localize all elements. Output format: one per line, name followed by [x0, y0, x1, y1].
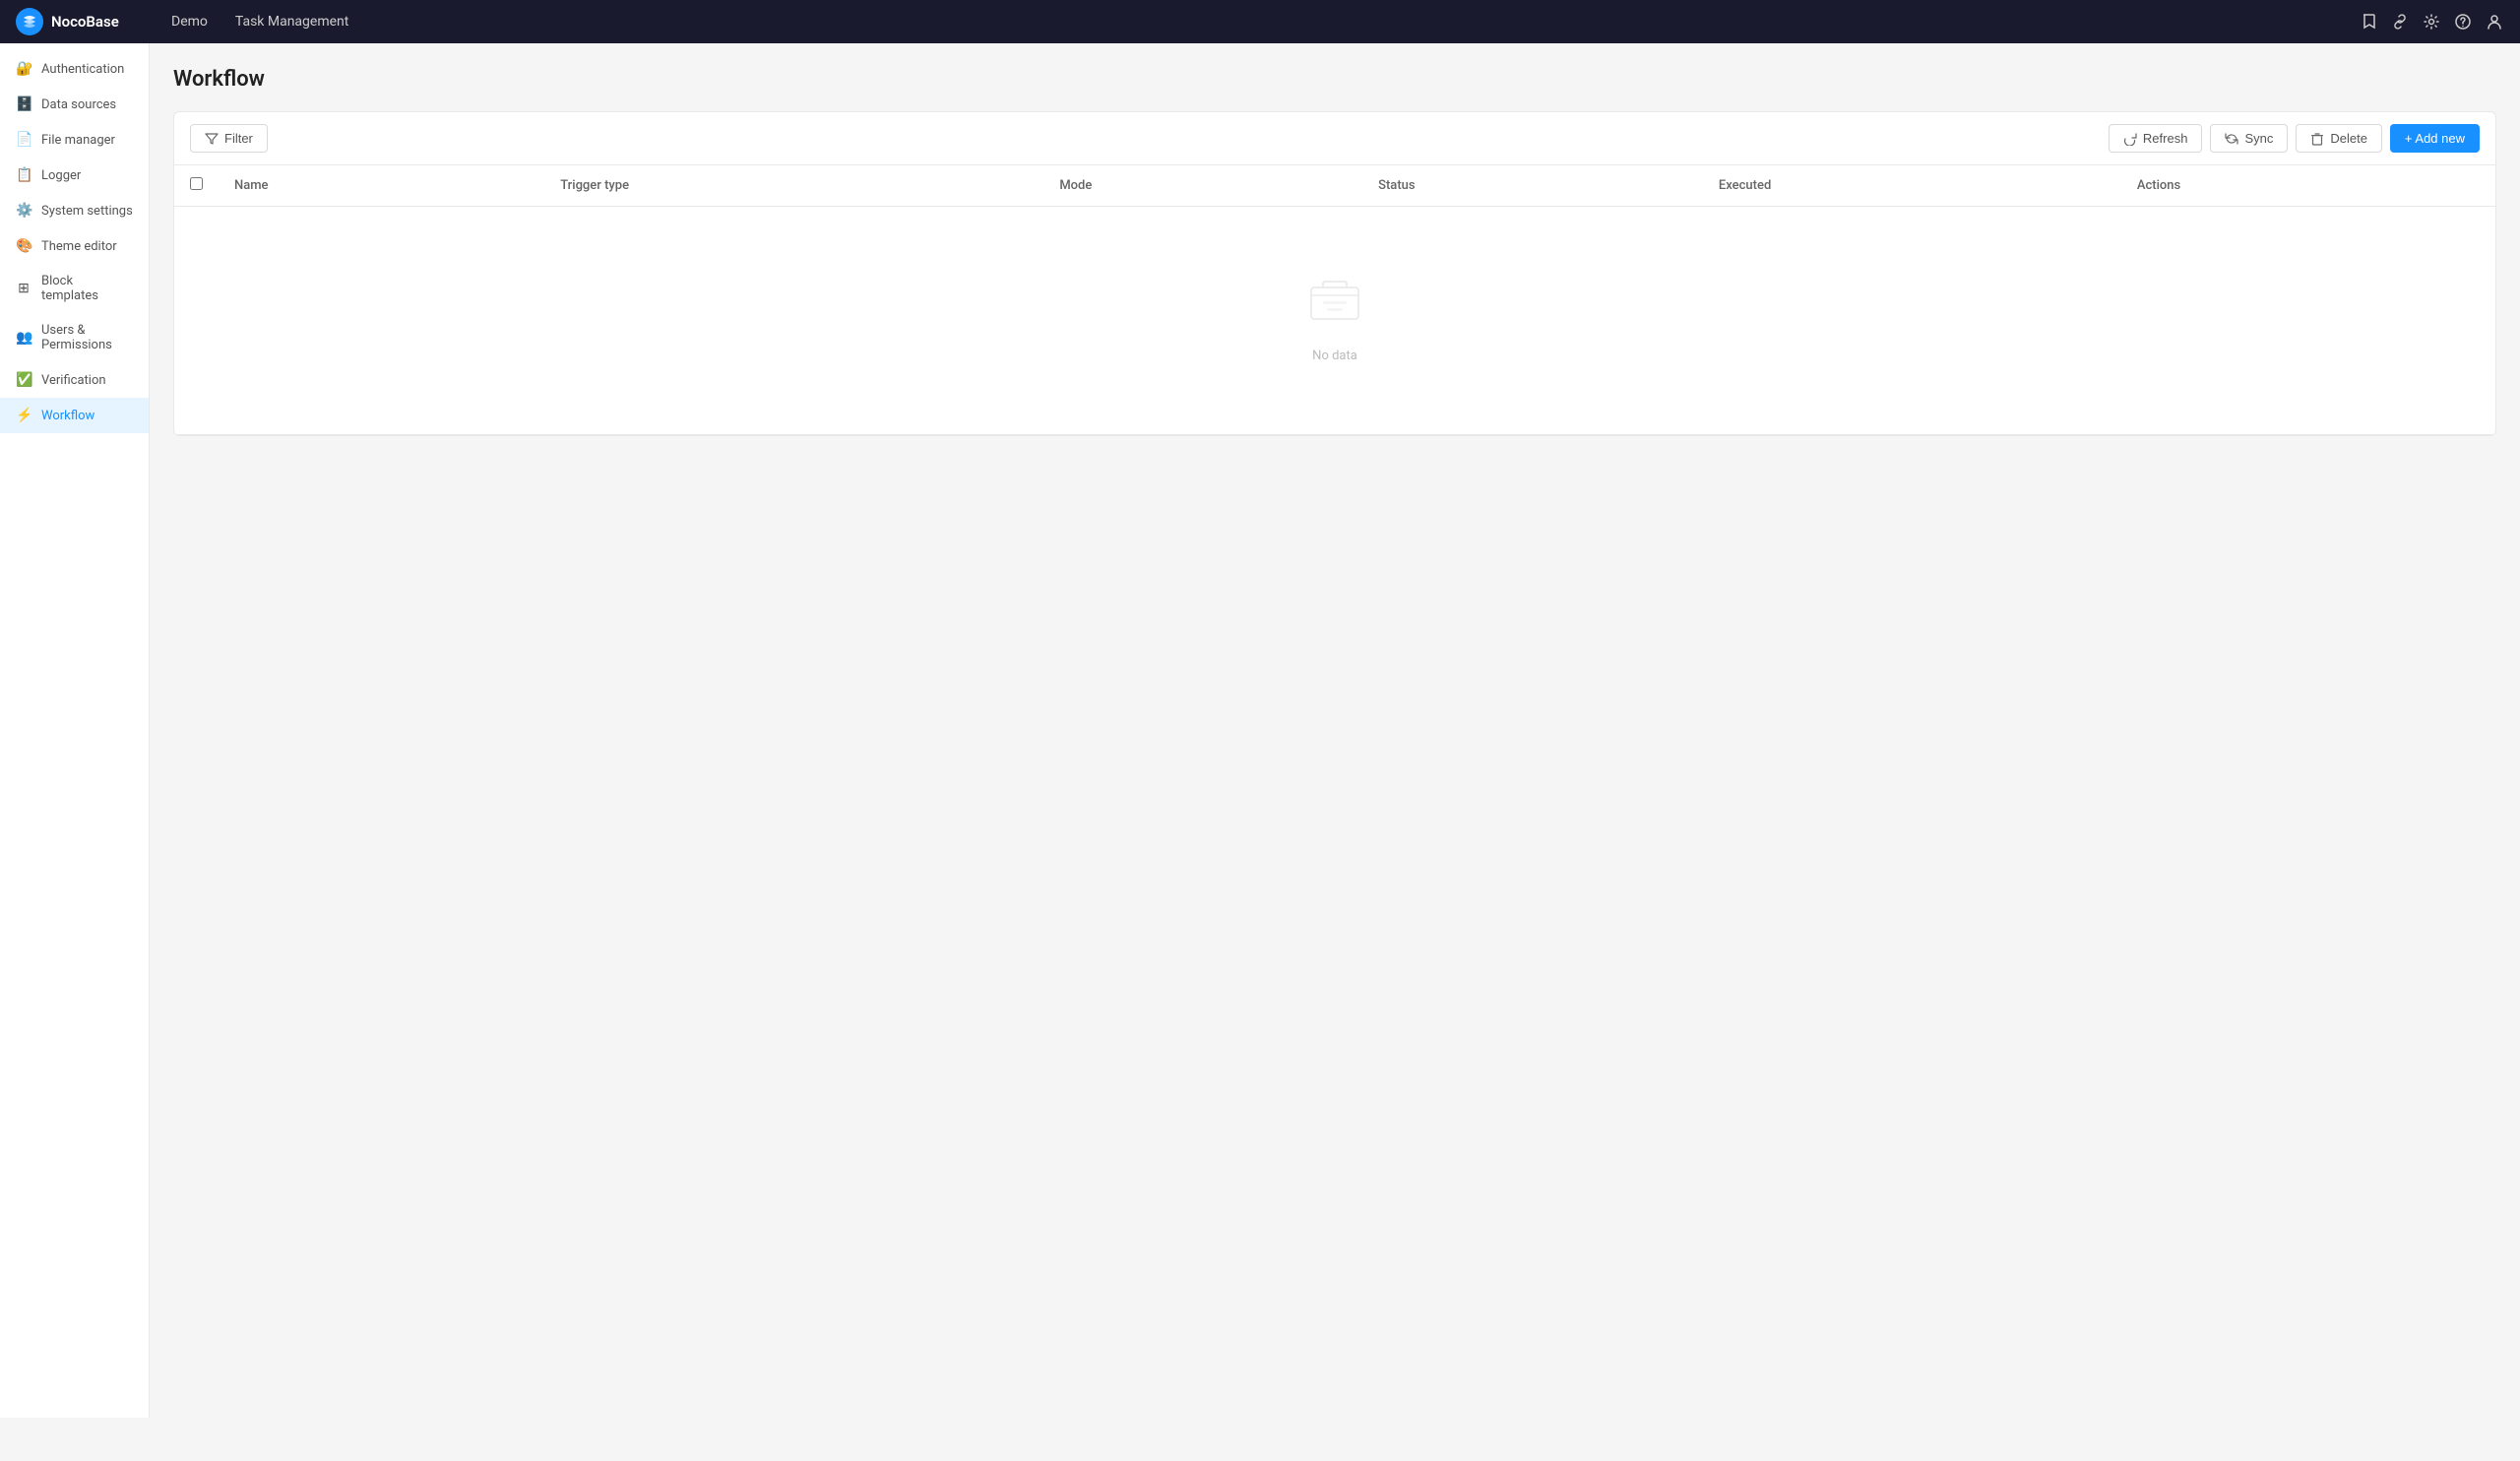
- sidebar-item-file-manager[interactable]: 📄 File manager: [0, 122, 149, 158]
- nav-tabs: Demo Task Management: [159, 8, 2343, 35]
- no-data-text: No data: [1312, 349, 1357, 363]
- sync-icon: [2225, 132, 2238, 146]
- empty-state-cell: No data: [174, 207, 2495, 435]
- toolbar-right: Refresh Sync: [2109, 124, 2480, 153]
- column-trigger-type: Trigger type: [544, 165, 1043, 207]
- column-executed: Executed: [1703, 165, 2121, 207]
- sidebar-item-label: Verification: [41, 373, 106, 388]
- column-actions: Actions: [2121, 165, 2495, 207]
- system-settings-icon: ⚙️: [16, 203, 32, 219]
- delete-button[interactable]: Delete: [2296, 124, 2382, 153]
- add-new-button[interactable]: + Add new: [2390, 124, 2480, 153]
- filter-label: Filter: [224, 131, 253, 146]
- table-header: Name Trigger type Mode Status Executed: [174, 165, 2495, 207]
- sidebar-item-data-sources[interactable]: 🗄️ Data sources: [0, 87, 149, 122]
- delete-icon: [2310, 132, 2324, 146]
- empty-state: No data: [190, 219, 2480, 422]
- authentication-icon: 🔐: [16, 61, 32, 77]
- top-navigation: NocoBase Demo Task Management: [0, 0, 2520, 43]
- file-manager-icon: 📄: [16, 132, 32, 148]
- sidebar-item-authentication[interactable]: 🔐 Authentication: [0, 51, 149, 87]
- data-sources-icon: 🗄️: [16, 96, 32, 112]
- sidebar-item-label: Theme editor: [41, 239, 117, 254]
- empty-state-row: No data: [174, 207, 2495, 435]
- sidebar-item-verification[interactable]: ✅ Verification: [0, 362, 149, 398]
- filter-button[interactable]: Filter: [190, 124, 268, 153]
- no-data-icon: [1307, 278, 1362, 337]
- refresh-label: Refresh: [2143, 131, 2188, 146]
- sidebar-item-label: File manager: [41, 133, 115, 148]
- page-title: Workflow: [173, 67, 2496, 92]
- sidebar-item-theme-editor[interactable]: 🎨 Theme editor: [0, 228, 149, 264]
- help-icon[interactable]: [2453, 12, 2473, 32]
- workflow-table-container: Filter Refresh: [173, 111, 2496, 436]
- column-checkbox: [174, 165, 219, 207]
- nav-tab-task-management[interactable]: Task Management: [223, 8, 360, 35]
- filter-icon: [205, 132, 219, 146]
- block-templates-icon: ⊞: [16, 281, 32, 296]
- user-icon[interactable]: [2485, 12, 2504, 32]
- sidebar-item-label: System settings: [41, 204, 133, 219]
- sidebar-item-label: Users & Permissions: [41, 323, 133, 352]
- table-toolbar: Filter Refresh: [174, 112, 2495, 165]
- sidebar-item-users-permissions[interactable]: 👥 Users & Permissions: [0, 313, 149, 362]
- link-icon[interactable]: [2390, 12, 2410, 32]
- refresh-button[interactable]: Refresh: [2109, 124, 2203, 153]
- add-new-label: + Add new: [2405, 131, 2465, 146]
- theme-editor-icon: 🎨: [16, 238, 32, 254]
- sidebar: 🔐 Authentication 🗄️ Data sources 📄 File …: [0, 43, 150, 1418]
- bookmark-icon[interactable]: [2359, 12, 2378, 32]
- sidebar-item-label: Block templates: [41, 274, 133, 303]
- column-mode: Mode: [1043, 165, 1362, 207]
- table-header-row: Name Trigger type Mode Status Executed: [174, 165, 2495, 207]
- toolbar-left: Filter: [190, 124, 268, 153]
- column-name: Name: [219, 165, 544, 207]
- logger-icon: 📋: [16, 167, 32, 183]
- refresh-icon: [2123, 132, 2137, 146]
- sync-button[interactable]: Sync: [2210, 124, 2288, 153]
- nav-right-icons: [2359, 12, 2504, 32]
- sidebar-item-label: Authentication: [41, 62, 124, 77]
- select-all-checkbox[interactable]: [190, 177, 203, 190]
- nav-tab-demo[interactable]: Demo: [159, 8, 220, 35]
- sidebar-item-block-templates[interactable]: ⊞ Block templates: [0, 264, 149, 313]
- settings-icon[interactable]: [2422, 12, 2441, 32]
- column-status: Status: [1362, 165, 1703, 207]
- sync-label: Sync: [2244, 131, 2273, 146]
- table-body: No data: [174, 207, 2495, 435]
- workflow-icon: ⚡: [16, 408, 32, 423]
- logo[interactable]: NocoBase: [16, 8, 144, 35]
- sidebar-item-label: Data sources: [41, 97, 116, 112]
- main-content: Workflow Filter: [150, 43, 2520, 1418]
- sidebar-item-system-settings[interactable]: ⚙️ System settings: [0, 193, 149, 228]
- app-name: NocoBase: [51, 13, 119, 31]
- sidebar-item-logger[interactable]: 📋 Logger: [0, 158, 149, 193]
- main-layout: 🔐 Authentication 🗄️ Data sources 📄 File …: [0, 43, 2520, 1418]
- verification-icon: ✅: [16, 372, 32, 388]
- sidebar-item-workflow[interactable]: ⚡ Workflow: [0, 398, 149, 433]
- workflow-table: Name Trigger type Mode Status Executed: [174, 165, 2495, 435]
- sidebar-item-label: Workflow: [41, 409, 94, 423]
- sidebar-item-label: Logger: [41, 168, 81, 183]
- delete-label: Delete: [2330, 131, 2367, 146]
- users-permissions-icon: 👥: [16, 330, 32, 346]
